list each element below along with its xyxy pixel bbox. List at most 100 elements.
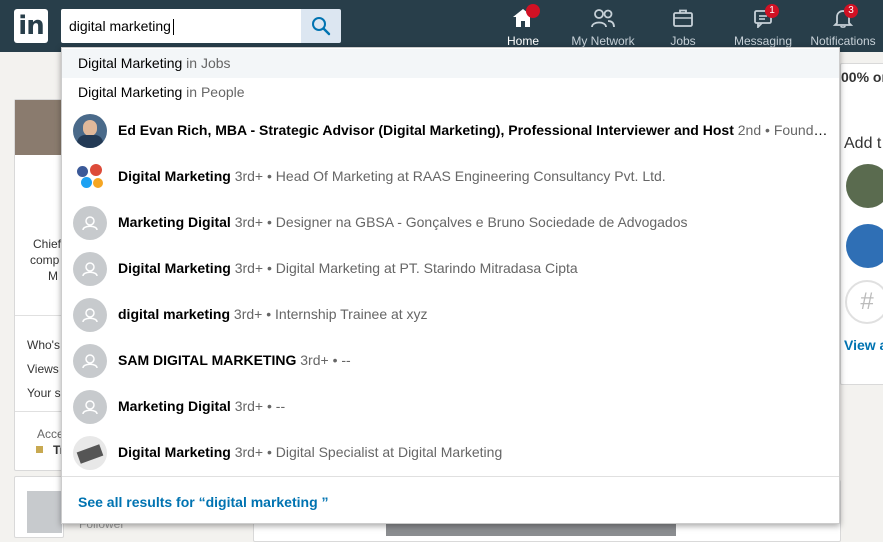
result-row[interactable]: Marketing Digital 3rd+ • -- [62, 383, 839, 429]
result-headline: Head Of Marketing at RAAS Engineering Co… [275, 168, 666, 184]
result-text: Marketing Digital 3rd+ • Designer na GBS… [118, 199, 833, 245]
nav-notifications-label: Notifications [810, 34, 876, 48]
result-text: Marketing Digital 3rd+ • -- [118, 383, 833, 429]
result-row[interactable]: Ed Evan Rich, MBA - Strategic Advisor (D… [62, 107, 839, 153]
result-name: Marketing Digital [118, 398, 231, 414]
profile-headline-1: Chief [33, 237, 62, 251]
stat-your-saved[interactable]: Your s [27, 386, 61, 400]
result-headline: Internship Trainee at xyz [275, 306, 428, 322]
nav-notifications[interactable]: 3 Notifications [808, 4, 878, 52]
nav-my-network-label: My Network [571, 34, 635, 48]
result-headline: -- [275, 398, 286, 414]
result-name: Digital Marketing [118, 260, 231, 276]
result-row[interactable]: Digital Marketing 3rd+ • Head Of Marketi… [62, 153, 839, 199]
add-to-feed-title: Add t [844, 135, 882, 152]
nav-messaging[interactable]: 1 Messaging [733, 4, 793, 52]
feed-image [386, 522, 676, 536]
suggestion-in: in [182, 84, 201, 100]
nav-my-network[interactable]: My Network [569, 4, 637, 52]
ghost-person-icon [82, 216, 98, 231]
linkedin-logo[interactable]: in [14, 9, 48, 43]
result-avatar [73, 298, 107, 332]
right-banner-text: 00% or [841, 69, 883, 85]
suggestion-term: Digital Marketing [78, 84, 183, 100]
see-all-results-link[interactable]: See all results for “digital marketing ” [62, 476, 839, 523]
nav-jobs-label: Jobs [670, 34, 696, 48]
result-name: Ed Evan Rich, MBA - Strategic Advisor (D… [118, 122, 734, 138]
home-badge [526, 4, 540, 18]
suggestion-avatar-2[interactable] [846, 224, 883, 268]
result-headline: -- [341, 352, 351, 368]
result-text: Ed Evan Rich, MBA - Strategic Advisor (D… [118, 107, 833, 153]
notifications-badge: 3 [844, 4, 858, 18]
building-icon [27, 491, 62, 533]
result-degree: 3rd+ [234, 214, 264, 230]
search-icon [312, 17, 331, 36]
result-degree: 3rd+ [234, 168, 264, 184]
result-separator: • [267, 398, 272, 414]
briefcase-icon [673, 9, 693, 27]
profile-headline-3: M [48, 269, 58, 283]
result-degree: 3rd+ [234, 398, 264, 414]
result-headline: Founder, "Great... [773, 122, 833, 138]
result-name: Digital Marketing [118, 444, 231, 460]
ghost-person-icon [82, 308, 98, 323]
search-button[interactable] [301, 9, 341, 43]
result-separator: • [267, 168, 272, 184]
result-row[interactable]: Digital Marketing 3rd+ • Digital Marketi… [62, 245, 839, 291]
result-separator: • [765, 122, 770, 138]
result-name: Digital Marketing [118, 168, 231, 184]
ghost-person-icon [82, 400, 98, 415]
nav-messaging-label: Messaging [733, 34, 793, 48]
result-separator: • [267, 444, 272, 460]
result-avatar-social-logo [73, 160, 107, 194]
search-input[interactable]: digital marketing [61, 9, 301, 43]
result-avatar-photo [73, 114, 107, 148]
result-separator: • [332, 352, 338, 368]
result-separator: • [267, 214, 272, 230]
network-icon [591, 9, 615, 28]
messaging-badge: 1 [765, 4, 779, 18]
result-avatar [73, 252, 107, 286]
suggestion-jobs[interactable]: Digital Marketing in Jobs [62, 49, 839, 78]
typeahead-dropdown: Digital Marketing in Jobs Digital Market… [61, 47, 840, 524]
result-row[interactable]: Marketing Digital 3rd+ • Designer na GBS… [62, 199, 839, 245]
stat-views[interactable]: Views [27, 362, 59, 376]
result-headline: Designer na GBSA - Gonçalves e Bruno Soc… [275, 214, 688, 230]
result-headline: Digital Marketing at PT. Starindo Mitrad… [275, 260, 578, 276]
view-all-link[interactable]: View a [844, 337, 883, 353]
hashtag-icon[interactable]: # [845, 280, 883, 324]
result-row[interactable]: SAM DIGITAL MARKETING 3rd+ • -- [62, 337, 839, 383]
result-row[interactable]: Digital Marketing 3rd+ • Digital Special… [62, 429, 839, 475]
result-row[interactable]: digital marketing 3rd+ • Internship Trai… [62, 291, 839, 337]
result-name: Marketing Digital [118, 214, 231, 230]
result-text: Digital Marketing 3rd+ • Digital Marketi… [118, 245, 833, 291]
result-degree: 3rd+ [300, 352, 329, 368]
result-text: Digital Marketing 3rd+ • Digital Special… [118, 429, 833, 475]
result-avatar-sketch [73, 436, 107, 470]
result-name: digital marketing [118, 306, 231, 322]
nav-home[interactable]: Home [503, 4, 543, 52]
divider [15, 411, 62, 412]
result-separator: • [266, 306, 272, 322]
result-avatar [73, 390, 107, 424]
nav-jobs[interactable]: Jobs [668, 4, 698, 52]
suggestion-people[interactable]: Digital Marketing in People [62, 78, 839, 107]
result-degree: 3rd+ [234, 444, 264, 460]
nav-home-label: Home [506, 34, 539, 48]
stat-whos-viewed[interactable]: Who's [27, 338, 60, 352]
result-degree: 2nd [737, 122, 762, 138]
result-text: SAM DIGITAL MARKETING 3rd+ • -- [118, 337, 833, 383]
result-avatar [73, 344, 107, 378]
profile-background-photo [15, 100, 62, 155]
result-separator: • [267, 260, 272, 276]
suggestion-scope: People [200, 84, 245, 100]
result-text: digital marketing 3rd+ • Internship Trai… [118, 291, 833, 337]
profile-headline-2: comp [30, 253, 60, 267]
result-degree: 3rd+ [233, 306, 263, 322]
search-value: digital marketing [69, 18, 171, 34]
text-caret [172, 19, 174, 36]
access-label: Acce [37, 427, 64, 441]
suggestion-avatar-1[interactable] [846, 164, 883, 208]
suggestion-in: in [182, 55, 201, 71]
